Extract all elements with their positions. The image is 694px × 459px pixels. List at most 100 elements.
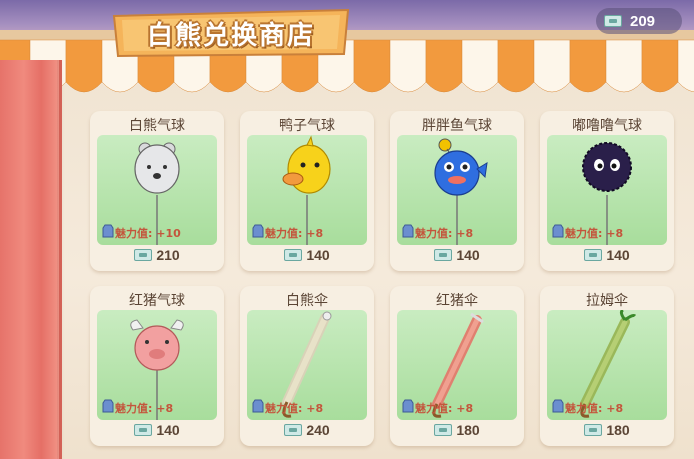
shop-item-card[interactable]: 白熊气球 魅力值: +10 210	[90, 111, 224, 271]
awning-stripe	[569, 39, 607, 93]
shop-item-card[interactable]: 红猪伞 魅力值: +8 180	[390, 286, 524, 446]
price-value: 210	[156, 247, 180, 263]
charm-info: 魅力值: +8	[101, 399, 173, 416]
charm-info: 魅力值: +8	[551, 224, 623, 241]
charm-info: 魅力值: +10	[101, 224, 181, 241]
outfit-icon	[402, 224, 414, 238]
charm-text: 魅力值: +8	[115, 400, 173, 416]
outfit-icon	[102, 399, 114, 413]
item-price: 180	[540, 422, 674, 438]
outfit-icon	[552, 399, 564, 413]
charm-info: 魅力值: +8	[551, 399, 623, 416]
price-value: 240	[306, 422, 330, 438]
charm-text: 魅力值: +8	[265, 400, 323, 416]
item-art: 魅力值: +8	[397, 135, 517, 245]
shop-item-card[interactable]: 鸭子气球 魅力值: +8 140	[240, 111, 374, 271]
shop-item-card[interactable]: 嘟噜噜气球 魅力值: +8 140	[540, 111, 674, 271]
ticket-icon	[604, 15, 622, 27]
price-value: 140	[456, 247, 480, 263]
item-art: 魅力值: +10	[97, 135, 217, 245]
ticket-icon	[284, 249, 303, 261]
outfit-icon	[402, 399, 414, 413]
shop-title-banner: 白熊兑换商店	[108, 6, 354, 60]
charm-label: 魅力值:	[565, 227, 603, 240]
item-art: 魅力值: +8	[547, 310, 667, 420]
charm-label: 魅力值:	[115, 227, 153, 240]
shop-item-card[interactable]: 白熊伞 魅力值: +8 240	[240, 286, 374, 446]
charm-value: +8	[606, 402, 624, 415]
item-price: 140	[540, 247, 674, 263]
charm-value: +8	[306, 402, 324, 415]
charm-value: +8	[456, 402, 474, 415]
charm-value: +8	[306, 227, 324, 240]
item-name: 嘟噜噜气球	[572, 118, 642, 134]
ticket-icon	[584, 424, 603, 436]
ticket-icon	[134, 424, 153, 436]
shop-item-card[interactable]: 拉姆伞 魅力值: +8 180	[540, 286, 674, 446]
awning-stripe	[497, 39, 535, 93]
awning-stripe	[353, 39, 391, 93]
ticket-icon	[134, 249, 153, 261]
item-price: 210	[90, 247, 224, 263]
awning-stripe	[677, 39, 694, 92]
item-name: 拉姆伞	[586, 293, 628, 309]
charm-label: 魅力值:	[415, 227, 453, 240]
item-price: 140	[90, 422, 224, 438]
awning-stripe	[65, 39, 103, 93]
item-name: 红猪伞	[436, 293, 478, 309]
charm-value: +10	[156, 227, 181, 240]
charm-text: 魅力值: +8	[565, 225, 623, 241]
charm-text: 魅力值: +10	[115, 225, 181, 241]
item-price: 140	[240, 247, 374, 263]
price-value: 180	[456, 422, 480, 438]
item-name: 鸭子气球	[279, 118, 335, 134]
awning-stripe	[641, 39, 679, 93]
item-art: 魅力值: +8	[247, 135, 367, 245]
currency-amount: 209	[630, 12, 656, 30]
charm-value: +8	[456, 227, 474, 240]
ticket-icon	[584, 249, 603, 261]
charm-label: 魅力值:	[115, 402, 153, 415]
item-name: 胖胖鱼气球	[422, 118, 492, 134]
price-value: 140	[606, 247, 630, 263]
outfit-icon	[552, 224, 564, 238]
charm-label: 魅力值:	[565, 402, 603, 415]
charm-label: 魅力值:	[415, 402, 453, 415]
curtain-left	[0, 60, 65, 459]
charm-info: 魅力值: +8	[401, 224, 473, 241]
charm-text: 魅力值: +8	[265, 225, 323, 241]
charm-value: +8	[156, 402, 174, 415]
charm-info: 魅力值: +8	[251, 399, 323, 416]
outfit-icon	[102, 224, 114, 238]
item-price: 180	[390, 422, 524, 438]
shop-screen: 白熊兑换商店 209 白熊气球 魅力值: +10 210 鸭子气球 魅力值: +…	[0, 0, 694, 459]
ticket-icon	[434, 424, 453, 436]
awning-stripe	[461, 39, 499, 93]
shop-item-card[interactable]: 红猪气球 魅力值: +8 140	[90, 286, 224, 446]
price-value: 180	[606, 422, 630, 438]
awning-stripe	[533, 39, 571, 93]
shop-item-card[interactable]: 胖胖鱼气球 魅力值: +8 140	[390, 111, 524, 271]
item-art: 魅力值: +8	[547, 135, 667, 245]
ticket-icon	[284, 424, 303, 436]
currency-display: 209	[596, 8, 682, 34]
item-price: 140	[390, 247, 524, 263]
item-art: 魅力值: +8	[397, 310, 517, 420]
charm-text: 魅力值: +8	[415, 400, 473, 416]
charm-text: 魅力值: +8	[415, 225, 473, 241]
outfit-icon	[252, 399, 264, 413]
item-name: 白熊伞	[286, 293, 328, 309]
awning-stripe	[605, 39, 643, 93]
charm-text: 魅力值: +8	[565, 400, 623, 416]
price-value: 140	[306, 247, 330, 263]
item-name: 白熊气球	[129, 118, 185, 134]
item-art: 魅力值: +8	[247, 310, 367, 420]
charm-value: +8	[606, 227, 624, 240]
charm-info: 魅力值: +8	[251, 224, 323, 241]
charm-label: 魅力值:	[265, 227, 303, 240]
awning-stripe	[425, 39, 463, 93]
outfit-icon	[252, 224, 264, 238]
item-art: 魅力值: +8	[97, 310, 217, 420]
charm-info: 魅力值: +8	[401, 399, 473, 416]
charm-label: 魅力值:	[265, 402, 303, 415]
